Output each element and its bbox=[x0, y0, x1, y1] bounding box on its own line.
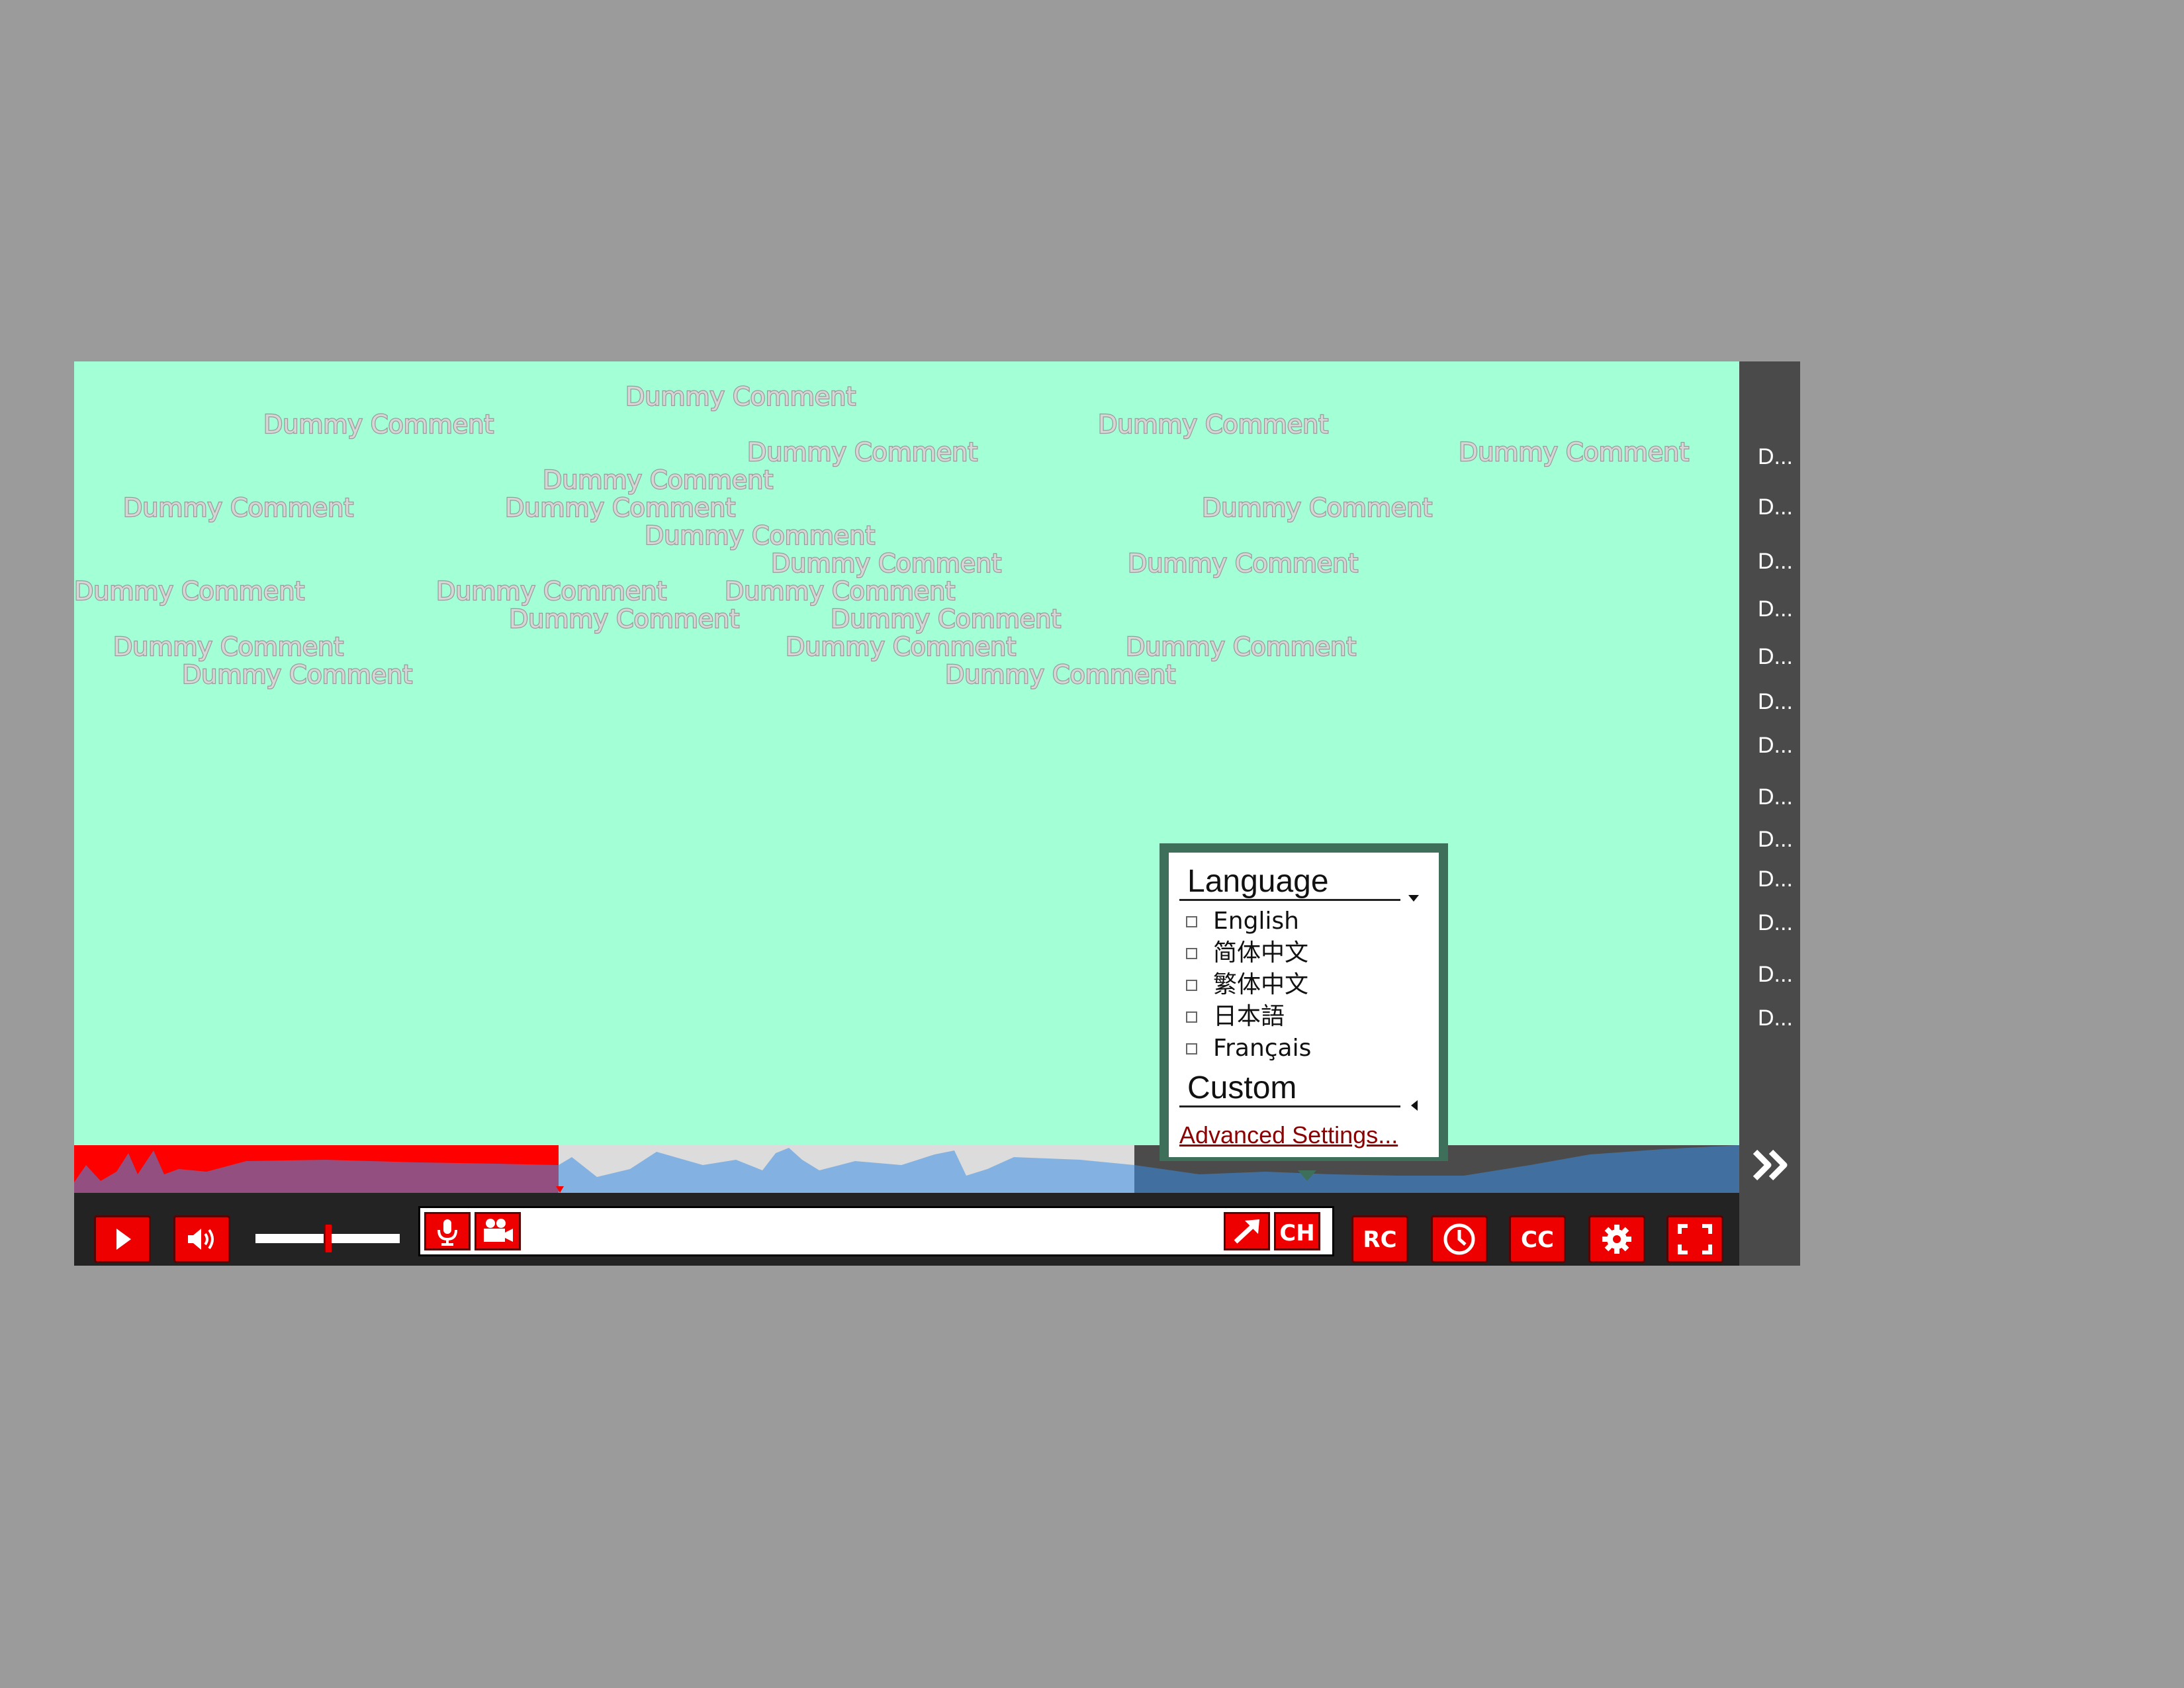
volume-icon bbox=[188, 1229, 214, 1250]
caret-down-icon[interactable] bbox=[1408, 895, 1419, 902]
comment-list-item[interactable]: D... bbox=[1758, 445, 1793, 469]
language-option-label: 简体中文 bbox=[1213, 939, 1309, 966]
rc-button[interactable]: RC bbox=[1351, 1215, 1408, 1263]
comment-list-item[interactable]: D... bbox=[1758, 597, 1793, 621]
popup-pointer bbox=[1298, 1170, 1316, 1181]
danmaku-comment: Dummy Comment bbox=[830, 604, 1062, 634]
language-option-traditional-chinese[interactable]: 繁体中文 bbox=[1186, 970, 1308, 1000]
closed-captions-button[interactable]: CC bbox=[1509, 1215, 1566, 1263]
advanced-settings-link[interactable]: Advanced Settings... bbox=[1179, 1121, 1398, 1149]
language-option-label: 繁体中文 bbox=[1213, 971, 1309, 998]
checkbox[interactable] bbox=[1186, 1043, 1197, 1055]
danmaku-comment: Dummy Comment bbox=[625, 382, 857, 412]
language-option-label: 日本語 bbox=[1213, 1003, 1285, 1030]
danmaku-comment: Dummy Comment bbox=[770, 549, 1003, 579]
comment-list-item[interactable]: D... bbox=[1758, 733, 1793, 757]
seek-bar-heatmap[interactable] bbox=[74, 1145, 1739, 1193]
danmaku-comment: Dummy Comment bbox=[435, 577, 668, 606]
danmaku-comment: Dummy Comment bbox=[1458, 438, 1690, 467]
language-section-title: Language bbox=[1187, 864, 1329, 899]
clock-button[interactable] bbox=[1431, 1215, 1488, 1263]
arrow-up-right-icon bbox=[1234, 1219, 1259, 1244]
divider bbox=[1179, 1105, 1400, 1107]
language-popup: Language English 简体中文 繁体中文 日本語 Français … bbox=[1160, 843, 1448, 1161]
checkbox[interactable] bbox=[1186, 915, 1197, 927]
video-camera-icon bbox=[484, 1219, 513, 1242]
comment-list-item[interactable]: D... bbox=[1758, 911, 1793, 935]
language-option-label: English bbox=[1213, 908, 1299, 935]
comment-list-item[interactable]: D... bbox=[1758, 495, 1793, 519]
comment-list-item[interactable]: D... bbox=[1758, 549, 1793, 573]
danmaku-comment: Dummy Comment bbox=[724, 577, 956, 606]
danmaku-comment: Dummy Comment bbox=[644, 521, 876, 551]
checkbox[interactable] bbox=[1186, 947, 1197, 959]
gear-icon bbox=[1602, 1225, 1631, 1254]
language-option-french[interactable]: Français bbox=[1186, 1034, 1311, 1063]
comment-list-item[interactable]: D... bbox=[1758, 827, 1793, 851]
danmaku-comment: Dummy Comment bbox=[542, 465, 774, 495]
checkbox[interactable] bbox=[1186, 1011, 1197, 1023]
clock-icon bbox=[1443, 1223, 1475, 1255]
channel-button[interactable]: CH bbox=[1274, 1212, 1320, 1250]
language-option-english[interactable]: English bbox=[1186, 907, 1299, 936]
danmaku-comment: Dummy Comment bbox=[785, 632, 1017, 662]
voice-comment-button[interactable] bbox=[424, 1212, 471, 1250]
comment-list-item[interactable]: D... bbox=[1758, 867, 1793, 891]
danmaku-comment: Dummy Comment bbox=[113, 632, 345, 662]
volume-slider-thumb[interactable] bbox=[324, 1225, 332, 1252]
control-bar: CH RC CC bbox=[74, 1193, 1739, 1266]
danmaku-comment: Dummy Comment bbox=[1201, 493, 1433, 523]
fullscreen-icon bbox=[1678, 1224, 1712, 1254]
custom-section-title: Custom bbox=[1187, 1070, 1297, 1105]
comment-list-item[interactable]: D... bbox=[1758, 1006, 1793, 1030]
comment-list-panel: D... D... D... D... D... D... D... D... … bbox=[1739, 361, 1800, 1266]
video-comment-button[interactable] bbox=[475, 1212, 521, 1250]
danmaku-comment: Dummy Comment bbox=[1097, 410, 1330, 440]
language-option-label: Français bbox=[1213, 1035, 1312, 1062]
danmaku-comment: Dummy Comment bbox=[1127, 549, 1359, 579]
caret-left-icon[interactable] bbox=[1411, 1100, 1418, 1111]
comment-list-item[interactable]: D... bbox=[1758, 645, 1793, 669]
danmaku-comment: Dummy Comment bbox=[1125, 632, 1357, 662]
volume-button[interactable] bbox=[173, 1215, 230, 1263]
divider bbox=[1179, 899, 1400, 901]
danmaku-comment: Dummy Comment bbox=[508, 604, 741, 634]
volume-slider[interactable] bbox=[255, 1225, 400, 1252]
fullscreen-button[interactable] bbox=[1666, 1215, 1723, 1263]
play-button[interactable] bbox=[94, 1215, 151, 1263]
danmaku-comment: Dummy Comment bbox=[122, 493, 355, 523]
play-icon bbox=[116, 1229, 131, 1250]
danmaku-comment: Dummy Comment bbox=[944, 660, 1177, 690]
checkbox[interactable] bbox=[1186, 979, 1197, 991]
language-option-simplified-chinese[interactable]: 简体中文 bbox=[1186, 939, 1308, 968]
rc-label: RC bbox=[1363, 1227, 1396, 1253]
cc-label: CC bbox=[1521, 1227, 1554, 1253]
share-button[interactable] bbox=[1224, 1212, 1270, 1250]
comment-composer: CH bbox=[418, 1206, 1334, 1256]
video-player: Dummy Comment Dummy Comment Dummy Commen… bbox=[74, 361, 1800, 1266]
comment-list-item[interactable]: D... bbox=[1758, 690, 1793, 714]
comment-list-item[interactable]: D... bbox=[1758, 962, 1793, 986]
svg-text:CH: CH bbox=[1279, 1220, 1314, 1246]
video-area[interactable]: Dummy Comment Dummy Comment Dummy Commen… bbox=[74, 361, 1739, 1145]
danmaku-comment: Dummy Comment bbox=[263, 410, 495, 440]
settings-button[interactable] bbox=[1588, 1215, 1645, 1263]
danmaku-comment: Dummy Comment bbox=[747, 438, 979, 467]
comment-input[interactable] bbox=[526, 1212, 1204, 1252]
double-chevron-right-icon[interactable] bbox=[1751, 1147, 1792, 1184]
danmaku-comment: Dummy Comment bbox=[74, 577, 305, 606]
channel-icon: CH bbox=[1279, 1220, 1314, 1246]
danmaku-comment: Dummy Comment bbox=[181, 660, 414, 690]
language-option-japanese[interactable]: 日本語 bbox=[1186, 1002, 1285, 1031]
comment-list-item[interactable]: D... bbox=[1758, 785, 1793, 809]
microphone-icon bbox=[437, 1219, 457, 1246]
danmaku-comment: Dummy Comment bbox=[504, 493, 737, 523]
